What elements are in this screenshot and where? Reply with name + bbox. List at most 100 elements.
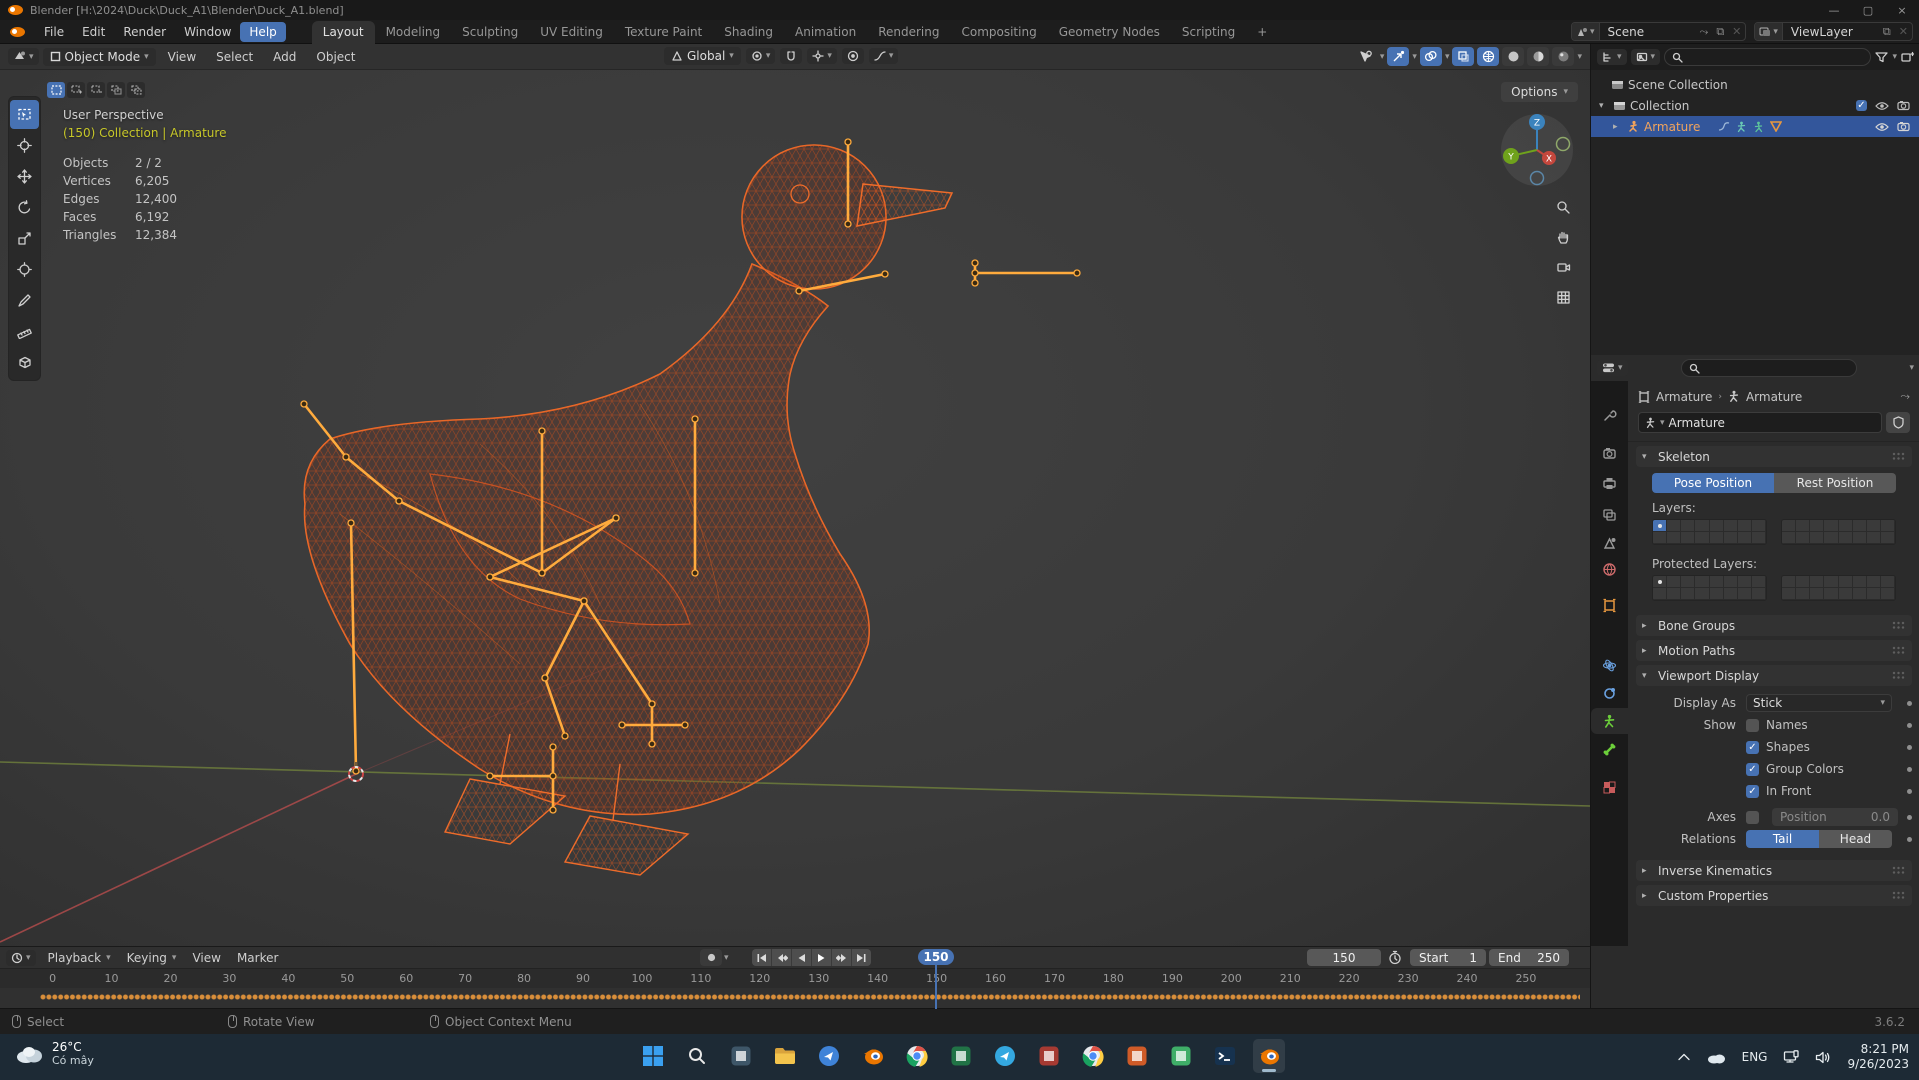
clock-widget[interactable]: 8:21 PM 9/26/2023 — [1847, 1042, 1909, 1072]
outliner-row-armature[interactable]: ▸ Armature — [1591, 116, 1919, 137]
layer-cell[interactable] — [1782, 520, 1797, 532]
proportional-editing-icon[interactable] — [841, 48, 864, 64]
shading-wireframe-button[interactable] — [1477, 47, 1500, 66]
expand-arrow-icon[interactable]: ▾ — [1599, 101, 1609, 111]
checkbox-in-front[interactable]: ✓ — [1746, 784, 1759, 798]
outliner-filter-id-dropdown[interactable]: ▾ — [1630, 49, 1661, 65]
layer-cell[interactable] — [1782, 532, 1797, 544]
layer-cell[interactable] — [1838, 520, 1853, 532]
layer-cell[interactable] — [1824, 588, 1839, 600]
overlays-toggle[interactable] — [1419, 47, 1442, 66]
shading-rendered-button[interactable] — [1552, 47, 1575, 66]
workspace-tab-compositing[interactable]: Compositing — [950, 21, 1047, 44]
pivot-point-dropdown[interactable]: ▾ — [745, 48, 776, 64]
display-as-dropdown[interactable]: Stick ▾ — [1746, 694, 1892, 712]
select-mode-new[interactable] — [47, 82, 65, 98]
auto-keying-record-button[interactable] — [700, 949, 722, 966]
delete-scene-icon[interactable]: ✕ — [1728, 25, 1745, 38]
taskbar-app-task-view-icon[interactable] — [725, 1039, 757, 1073]
properties-tab-tool[interactable] — [1591, 402, 1628, 428]
workspace-tab-geometry-nodes[interactable]: Geometry Nodes — [1048, 21, 1171, 44]
weather-widget[interactable]: 26°C Có mây — [14, 1040, 94, 1067]
properties-tab-texture[interactable] — [1591, 774, 1628, 800]
layer-cell[interactable] — [1667, 532, 1682, 544]
volume-icon[interactable] — [1815, 1051, 1831, 1064]
properties-editor-type-button[interactable]: ▾ — [1597, 360, 1628, 376]
animate-dot[interactable] — [1907, 814, 1912, 820]
animate-dot[interactable] — [1907, 744, 1912, 750]
use-preview-range-icon[interactable] — [1388, 950, 1402, 965]
tool-add-cube[interactable] — [10, 348, 39, 377]
properties-tab-object-data[interactable] — [1591, 708, 1628, 734]
menu-object[interactable]: Object — [308, 47, 363, 67]
layer-cell[interactable] — [1838, 576, 1853, 588]
mode-dropdown[interactable]: Object Mode ▾ — [42, 47, 156, 66]
outliner-search-input[interactable] — [1664, 48, 1872, 66]
layer-cell[interactable] — [1751, 532, 1766, 544]
taskbar-app-chrome-2-icon[interactable] — [1077, 1039, 1109, 1073]
layer-cell[interactable] — [1838, 588, 1853, 600]
options-button[interactable]: Options ▾ — [1501, 82, 1578, 102]
checkbox-group-colors[interactable]: ✓ — [1746, 762, 1759, 776]
layer-cell[interactable] — [1852, 520, 1867, 532]
properties-tab-world[interactable] — [1591, 556, 1628, 582]
zoom-icon[interactable] — [1552, 196, 1574, 218]
section-skeleton[interactable]: ▾ Skeleton — [1636, 446, 1912, 467]
menu-window[interactable]: Window — [175, 22, 240, 42]
layer-cell[interactable] — [1796, 576, 1811, 588]
tray-expand-chevron-icon[interactable] — [1677, 1053, 1690, 1061]
layer-cell[interactable] — [1709, 520, 1724, 532]
workspace-tab-sculpting[interactable]: Sculpting — [451, 21, 529, 44]
layer-cell[interactable] — [1824, 532, 1839, 544]
add-workspace-button[interactable]: + — [1246, 21, 1278, 44]
layer-cell[interactable] — [1709, 532, 1724, 544]
layer-cell[interactable] — [1796, 588, 1811, 600]
layer-cell[interactable] — [1782, 588, 1797, 600]
layer-cell[interactable] — [1810, 520, 1825, 532]
layer-cell[interactable] — [1751, 588, 1766, 600]
tool-select-box[interactable] — [10, 100, 39, 129]
layer-cell[interactable] — [1824, 576, 1839, 588]
layer-cell[interactable] — [1709, 588, 1724, 600]
hide-eye-icon[interactable] — [1875, 101, 1889, 111]
pin-icon[interactable]: ⤳ — [1900, 389, 1910, 404]
layer-cell[interactable] — [1653, 588, 1668, 600]
viewport-3d[interactable]: ▾ Object Mode ▾ View Select Add Object Gl… — [0, 44, 1590, 946]
taskbar-app-edge-browser-icon[interactable] — [813, 1039, 845, 1073]
axes-checkbox[interactable] — [1746, 810, 1759, 824]
layer-cell[interactable] — [1653, 520, 1668, 532]
jump-to-start-button[interactable] — [752, 949, 771, 966]
view-object-types-chevron[interactable]: ▾ — [1380, 52, 1385, 62]
layer-cell[interactable] — [1866, 532, 1881, 544]
layer-cell[interactable] — [1866, 576, 1881, 588]
layer-cell[interactable] — [1667, 520, 1682, 532]
taskbar-app-blender-2-icon[interactable] — [1253, 1039, 1285, 1073]
camera-visibility-icon[interactable] — [1897, 121, 1910, 132]
timeline-menu-marker[interactable]: Marker — [229, 949, 286, 967]
tool-move[interactable] — [10, 162, 39, 191]
properties-tab-physics[interactable] — [1591, 652, 1628, 678]
workspace-tab-texture-paint[interactable]: Texture Paint — [614, 21, 713, 44]
checkbox-shapes[interactable]: ✓ — [1746, 740, 1759, 754]
layer-cell[interactable] — [1737, 520, 1752, 532]
drag-grip-icon[interactable] — [1892, 452, 1906, 461]
breadcrumb-data[interactable]: Armature — [1746, 390, 1802, 404]
taskbar-app-app-green-icon[interactable] — [1165, 1039, 1197, 1073]
layer-cell[interactable] — [1866, 588, 1881, 600]
layer-cell[interactable] — [1681, 532, 1696, 544]
xray-toggle[interactable] — [1452, 47, 1475, 66]
view-object-types-dropdown[interactable] — [1355, 47, 1377, 66]
taskbar-app-search-icon[interactable] — [681, 1039, 713, 1073]
workspace-tab-scripting[interactable]: Scripting — [1171, 21, 1246, 44]
layer-cell[interactable] — [1796, 520, 1811, 532]
section-motion-paths[interactable]: ▸ Motion Paths — [1636, 640, 1912, 661]
maximize-button[interactable]: ▢ — [1851, 0, 1885, 20]
keying-chevron[interactable]: ▾ — [724, 953, 729, 963]
taskbar-app-file-explorer-icon[interactable] — [769, 1039, 801, 1073]
snap-target-dropdown[interactable]: ▾ — [807, 48, 837, 64]
taskbar-app-excel-icon[interactable] — [945, 1039, 977, 1073]
workspace-tab-animation[interactable]: Animation — [784, 21, 867, 44]
overlays-chevron[interactable]: ▾ — [1445, 52, 1450, 62]
timeline-ruler[interactable]: 0102030405060708090100110120130140150160… — [0, 968, 1590, 988]
layer-cell[interactable] — [1653, 532, 1668, 544]
